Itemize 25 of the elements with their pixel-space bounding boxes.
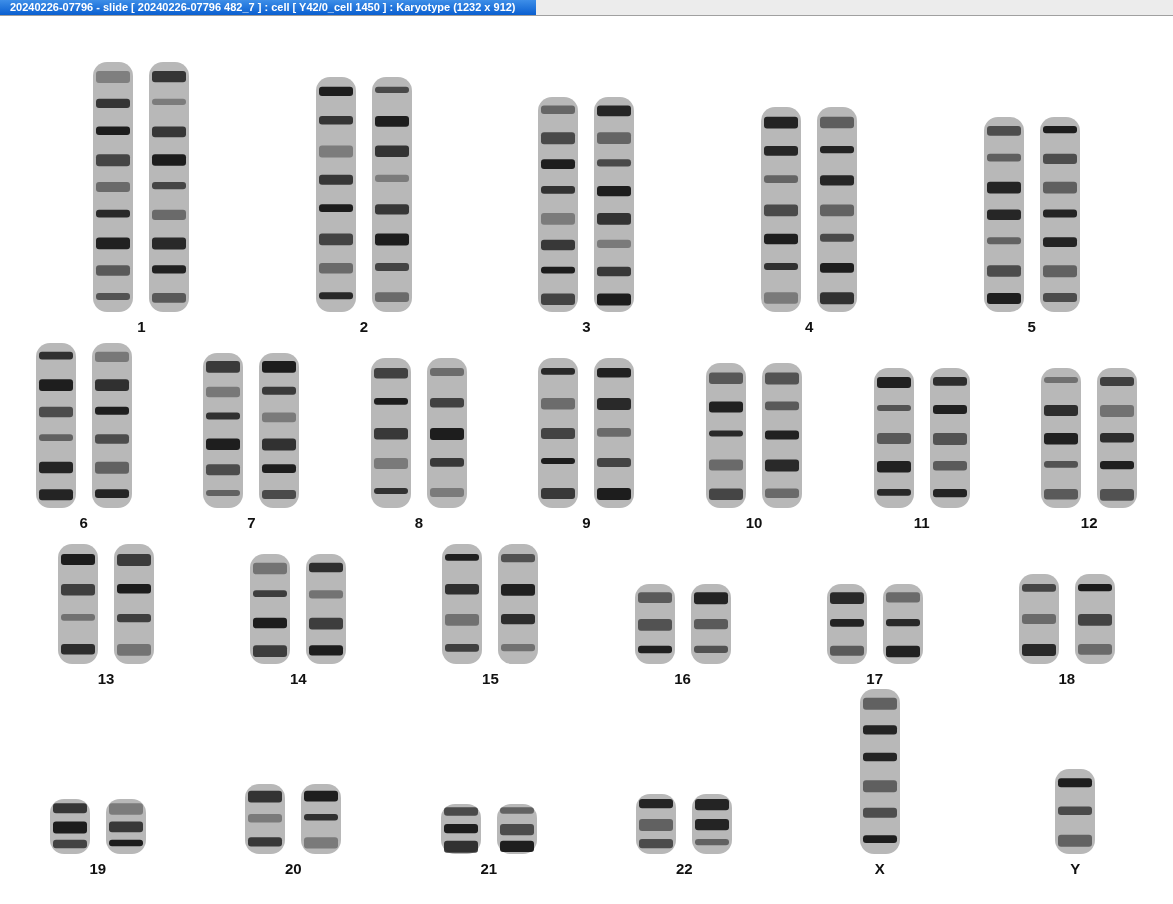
- chromosome-label: 15: [482, 670, 499, 688]
- chromosome-label: 8: [414, 514, 424, 532]
- chromosome-label: 1: [137, 318, 146, 336]
- chromosome-label: 12: [1080, 514, 1098, 532]
- chromosome-label: 19: [89, 860, 107, 878]
- chromosome-label: 18: [1058, 670, 1076, 688]
- chromosome-label: 16: [674, 670, 691, 688]
- chromosome-label: 7: [247, 514, 256, 532]
- chromosome-label: 17: [866, 670, 884, 688]
- chromosome-label: 5: [1027, 318, 1036, 336]
- chromosome-label: 4: [804, 318, 814, 336]
- chromosome-label: 14: [289, 670, 307, 688]
- chromosome-label: 11: [913, 514, 930, 532]
- chromosome-label: 13: [97, 670, 115, 688]
- chromosome-label: X: [874, 860, 885, 878]
- chromosome-label: 9: [582, 514, 591, 532]
- chromosome-label: 2: [359, 318, 369, 336]
- chromosome-label: 20: [284, 860, 302, 878]
- window-title: 20240226-07796 - slide [ 20240226-07796 482_7 ] : cell [ Y42/0_cell 1450 ] : Karyotype (1232 x 912): [0, 0, 536, 15]
- chromosome-label: 3: [582, 318, 591, 336]
- chromosome-label: 6: [79, 514, 88, 532]
- chromosome-label: Y: [1070, 860, 1081, 878]
- chromosome-label: 21: [480, 860, 498, 878]
- chromosome-label: 22: [675, 860, 693, 878]
- chromosome-label: 10: [745, 514, 763, 532]
